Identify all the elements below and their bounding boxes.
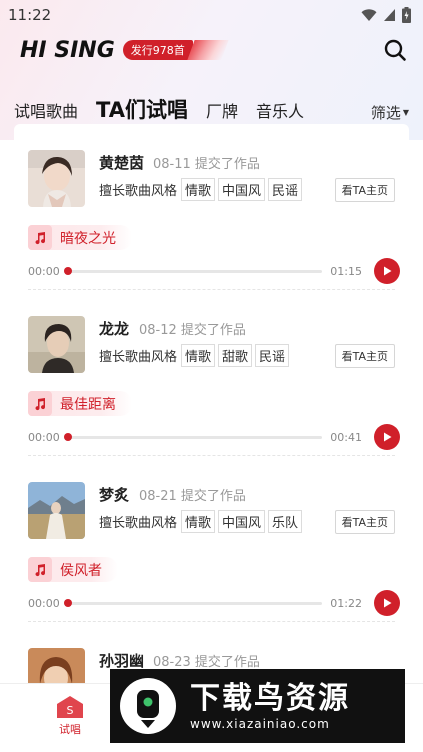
play-icon — [384, 266, 392, 276]
progress-bar[interactable] — [64, 267, 322, 275]
status-bar: 11:22 — [0, 0, 423, 30]
style-tags: 擅长歌曲风格 情歌 中国风 乐队 — [99, 510, 305, 533]
badge-decoration — [187, 40, 229, 60]
home-icon-glyph: S — [67, 704, 74, 717]
view-profile-button[interactable]: 看TA主页 — [334, 510, 395, 534]
progress-knob[interactable] — [64, 599, 72, 607]
play-button[interactable] — [374, 424, 400, 450]
avatar[interactable] — [28, 316, 85, 373]
wifi-icon — [361, 9, 377, 21]
submission-date: 08-21 — [139, 489, 177, 504]
bird-logo-icon — [120, 678, 176, 734]
submission-action: 提交了作品 — [180, 489, 246, 504]
song-title: 最佳距离 — [60, 396, 116, 413]
current-time: 00:00 — [28, 596, 60, 610]
music-note-icon — [28, 225, 52, 250]
submission-date: 08-12 — [139, 323, 177, 338]
style-label: 擅长歌曲风格 — [99, 184, 178, 199]
submission-date: 08-11 — [153, 157, 191, 172]
song-chip[interactable]: 侯风者 — [28, 557, 118, 582]
music-note-icon — [28, 391, 52, 416]
audio-player: 00:00 01:15 — [28, 258, 400, 284]
signal-icon — [384, 9, 395, 21]
style-label: 擅长歌曲风格 — [99, 350, 178, 365]
tab-their-trials[interactable]: TA们试唱 — [96, 94, 188, 128]
style-label: 擅长歌曲风格 — [99, 516, 178, 531]
filter-label: 筛选 — [370, 104, 401, 122]
duration: 01:15 — [330, 264, 362, 278]
style-tag: 乐队 — [268, 510, 303, 533]
avatar[interactable] — [28, 482, 85, 539]
style-tag: 中国风 — [218, 178, 266, 201]
progress-knob[interactable] — [64, 267, 72, 275]
watermark-text: 下载鸟资源 www.xiazainiao.com — [190, 681, 350, 731]
song-title: 暗夜之光 — [60, 230, 116, 247]
app-header: HI SING 发行978首 — [0, 32, 423, 68]
list-item: 梦炙 08-21 提交了作品 擅长歌曲风格 情歌 中国风 乐队 看TA主页 侯风… — [14, 456, 409, 622]
home-icon: S — [57, 696, 83, 718]
category-tabs: 试唱歌曲 TA们试唱 厂牌 音乐人 — [0, 92, 423, 128]
singer-name: 黄楚茵 — [99, 154, 145, 172]
singer-name: 孙羽幽 — [99, 652, 145, 670]
singer-name: 梦炙 — [99, 486, 130, 504]
duration: 00:41 — [330, 430, 362, 444]
watermark-title: 下载鸟资源 — [190, 681, 350, 716]
style-tag: 中国风 — [218, 510, 266, 533]
status-icons — [361, 7, 411, 23]
watermark-overlay: 下载鸟资源 www.xiazainiao.com — [110, 669, 405, 743]
style-tags: 擅长歌曲风格 情歌 甜歌 民谣 — [99, 344, 292, 367]
progress-bar[interactable] — [64, 433, 322, 441]
battery-icon — [402, 7, 411, 23]
nav-item-label: 试唱 — [59, 723, 81, 736]
submission-info: 08-21 提交了作品 — [139, 485, 246, 504]
submission-action: 提交了作品 — [180, 323, 246, 338]
play-icon — [384, 432, 392, 442]
view-profile-button[interactable]: 看TA主页 — [334, 178, 395, 202]
submission-action: 提交了作品 — [194, 157, 260, 172]
submission-info: 08-11 提交了作品 — [153, 153, 260, 172]
style-tags: 擅长歌曲风格 情歌 中国风 民谣 — [99, 178, 305, 201]
status-time: 11:22 — [8, 6, 52, 24]
current-time: 00:00 — [28, 264, 60, 278]
progress-knob[interactable] — [64, 433, 72, 441]
submission-date: 08-23 — [153, 655, 191, 670]
style-tag: 民谣 — [268, 178, 303, 201]
audio-player: 00:00 01:22 — [28, 590, 400, 616]
singer-name: 龙龙 — [99, 320, 130, 338]
audio-player: 00:00 00:41 — [28, 424, 400, 450]
style-tag: 情歌 — [181, 178, 216, 201]
list-item: 黄楚茵 08-11 提交了作品 擅长歌曲风格 情歌 中国风 民谣 看TA主页 暗… — [14, 124, 409, 290]
avatar[interactable] — [28, 150, 85, 207]
app-logo: HI SING — [20, 37, 115, 63]
duration: 01:22 — [330, 596, 362, 610]
style-tag: 甜歌 — [218, 344, 253, 367]
submission-action: 提交了作品 — [194, 655, 260, 670]
song-chip[interactable]: 暗夜之光 — [28, 225, 132, 250]
filter-dropdown[interactable]: 筛选 ▼ — [371, 102, 409, 123]
style-tag: 情歌 — [181, 344, 216, 367]
play-button[interactable] — [374, 258, 400, 284]
music-note-icon — [28, 557, 52, 582]
caret-down-icon: ▼ — [402, 108, 409, 117]
view-profile-button[interactable]: 看TA主页 — [334, 344, 395, 368]
nav-item-trial[interactable]: S 试唱 — [50, 696, 90, 737]
submission-list: 黄楚茵 08-11 提交了作品 擅长歌曲风格 情歌 中国风 民谣 看TA主页 暗… — [14, 124, 409, 684]
submission-info: 08-12 提交了作品 — [139, 319, 246, 338]
song-chip[interactable]: 最佳距离 — [28, 391, 132, 416]
play-button[interactable] — [374, 590, 400, 616]
song-title: 侯风者 — [60, 562, 102, 579]
progress-bar[interactable] — [64, 599, 322, 607]
submission-info: 08-23 提交了作品 — [153, 651, 260, 670]
current-time: 00:00 — [28, 430, 60, 444]
style-tag: 民谣 — [255, 344, 290, 367]
release-count-badge: 发行978首 — [122, 40, 193, 60]
style-tag: 情歌 — [181, 510, 216, 533]
play-icon — [384, 598, 392, 608]
list-item: 龙龙 08-12 提交了作品 擅长歌曲风格 情歌 甜歌 民谣 看TA主页 最佳距… — [14, 290, 409, 456]
search-icon[interactable] — [383, 38, 407, 62]
avatar[interactable] — [28, 648, 85, 684]
watermark-url: www.xiazainiao.com — [190, 717, 330, 731]
